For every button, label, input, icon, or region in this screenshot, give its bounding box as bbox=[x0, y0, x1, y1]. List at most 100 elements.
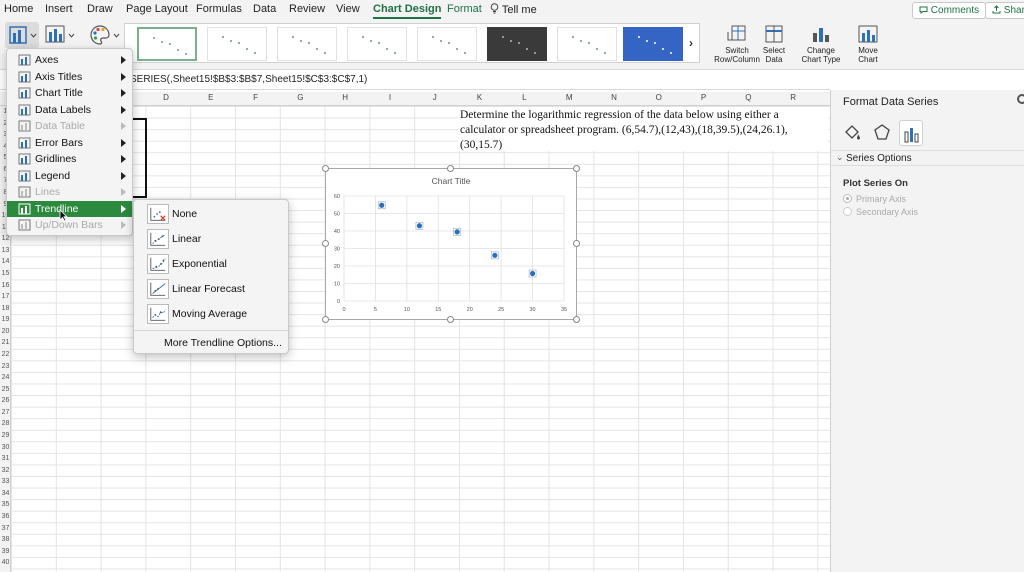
tab-home[interactable]: Home bbox=[4, 3, 33, 15]
effects-tab[interactable] bbox=[871, 122, 893, 144]
row-header[interactable]: 24 bbox=[0, 374, 11, 381]
chart-resize-handle-tl[interactable] bbox=[322, 165, 329, 172]
tab-view[interactable]: View bbox=[336, 3, 360, 15]
add-chart-element-button[interactable] bbox=[5, 22, 39, 48]
series-options-section-header[interactable]: ⌄ Series Options bbox=[831, 150, 1024, 166]
row-header[interactable]: 17 bbox=[0, 293, 11, 300]
column-header[interactable]: G bbox=[280, 93, 320, 102]
row-header[interactable]: 40 bbox=[0, 559, 11, 566]
column-header[interactable]: H bbox=[325, 93, 365, 102]
column-header[interactable]: F bbox=[236, 93, 276, 102]
row-header[interactable]: 31 bbox=[0, 455, 11, 462]
row-header[interactable]: 19 bbox=[0, 316, 11, 323]
chart-style-3[interactable] bbox=[277, 27, 337, 61]
row-header[interactable]: 25 bbox=[0, 386, 11, 393]
tab-formulas[interactable]: Formulas bbox=[196, 3, 242, 15]
row-header[interactable]: 30 bbox=[0, 444, 11, 451]
pane-close-icon[interactable] bbox=[1017, 94, 1024, 104]
row-header[interactable]: 18 bbox=[0, 305, 11, 312]
quick-layout-button[interactable] bbox=[44, 24, 76, 48]
tab-review[interactable]: Review bbox=[289, 3, 325, 15]
tab-data[interactable]: Data bbox=[253, 3, 276, 15]
row-header[interactable]: 22 bbox=[0, 351, 11, 358]
row-header[interactable]: 39 bbox=[0, 548, 11, 555]
row-header[interactable]: 37 bbox=[0, 525, 11, 532]
chart-resize-handle-t[interactable] bbox=[447, 165, 454, 172]
menu-item-error-bars[interactable]: Error Bars bbox=[7, 135, 132, 151]
row-header[interactable]: 36 bbox=[0, 513, 11, 520]
chart-style-6[interactable] bbox=[487, 27, 547, 61]
column-header[interactable]: O bbox=[639, 93, 679, 102]
chart-resize-handle-br[interactable] bbox=[573, 316, 580, 323]
select-data-button[interactable]: Select Data bbox=[760, 24, 788, 64]
row-header[interactable]: 23 bbox=[0, 363, 11, 370]
column-header[interactable]: P bbox=[684, 93, 724, 102]
more-styles-arrow-icon[interactable]: › bbox=[689, 36, 693, 50]
chart-style-5[interactable] bbox=[417, 27, 477, 61]
column-header[interactable]: J bbox=[415, 93, 455, 102]
row-header[interactable]: 35 bbox=[0, 501, 11, 508]
row-header[interactable]: 34 bbox=[0, 490, 11, 497]
column-header[interactable]: Q bbox=[728, 93, 768, 102]
menu-item-axes[interactable]: Axes bbox=[7, 52, 132, 68]
tab-format[interactable]: Format bbox=[447, 3, 482, 15]
fill-line-tab[interactable] bbox=[841, 122, 863, 144]
primary-axis-radio[interactable] bbox=[843, 194, 852, 203]
trendline-linear-item[interactable]: Linear bbox=[134, 227, 288, 251]
row-header[interactable]: 27 bbox=[0, 409, 11, 416]
menu-item-data-labels[interactable]: Data Labels bbox=[7, 102, 132, 118]
chart-resize-handle-bl[interactable] bbox=[322, 316, 329, 323]
chart-resize-handle-l[interactable] bbox=[322, 240, 329, 247]
menu-item-chart-title[interactable]: Chart Title bbox=[7, 85, 132, 101]
trendline-none-item[interactable]: None bbox=[134, 202, 288, 226]
trendline-moving-average-item[interactable]: Moving Average bbox=[134, 302, 288, 326]
column-header[interactable]: L bbox=[504, 93, 544, 102]
chart-style-4[interactable] bbox=[347, 27, 407, 61]
row-header[interactable]: 29 bbox=[0, 432, 11, 439]
menu-item-trendline[interactable]: Trendline bbox=[7, 200, 132, 217]
row-header[interactable]: 26 bbox=[0, 397, 11, 404]
switch-row-column-button[interactable]: Switch Row/Column bbox=[714, 24, 760, 64]
row-header[interactable]: 13 bbox=[0, 247, 11, 254]
row-header[interactable]: 16 bbox=[0, 282, 11, 289]
change-colors-button[interactable] bbox=[88, 24, 122, 48]
menu-item-legend[interactable]: Legend bbox=[7, 168, 132, 184]
series-options-tab[interactable] bbox=[899, 120, 923, 146]
tab-draw[interactable]: Draw bbox=[87, 3, 113, 15]
trendline-exponential-item[interactable]: Exponential bbox=[134, 252, 288, 276]
change-chart-type-button[interactable]: Change Chart Type bbox=[798, 24, 844, 64]
chart-resize-handle-tr[interactable] bbox=[573, 165, 580, 172]
row-header[interactable]: 21 bbox=[0, 339, 11, 346]
column-header[interactable]: I bbox=[370, 93, 410, 102]
column-header[interactable]: E bbox=[191, 93, 231, 102]
row-header[interactable]: 38 bbox=[0, 536, 11, 543]
chart-resize-handle-r[interactable] bbox=[573, 240, 580, 247]
row-header[interactable]: 32 bbox=[0, 467, 11, 474]
column-header[interactable]: M bbox=[549, 93, 589, 102]
row-header[interactable]: 14 bbox=[0, 258, 11, 265]
tab-page-layout[interactable]: Page Layout bbox=[126, 3, 188, 15]
trendline-linear-forecast-item[interactable]: Linear Forecast bbox=[134, 277, 288, 301]
tab-insert[interactable]: Insert bbox=[45, 3, 73, 15]
scatter-chart[interactable]: Chart Title 0 10 20 30 40 50 60 0 5 10 15 20 25 30 35 bbox=[325, 168, 577, 320]
menu-item-axis-titles[interactable]: Axis Titles bbox=[7, 69, 132, 85]
row-header[interactable]: 12 bbox=[0, 235, 11, 242]
row-header[interactable]: 28 bbox=[0, 420, 11, 427]
row-header[interactable]: 33 bbox=[0, 478, 11, 485]
row-header[interactable]: 15 bbox=[0, 270, 11, 277]
chart-style-8[interactable] bbox=[623, 27, 683, 61]
menu-item-gridlines[interactable]: Gridlines bbox=[7, 151, 132, 167]
column-header[interactable]: N bbox=[594, 93, 634, 102]
chart-style-7[interactable] bbox=[557, 27, 617, 61]
chart-style-2[interactable] bbox=[207, 27, 267, 61]
chart-resize-handle-b[interactable] bbox=[447, 316, 454, 323]
row-header[interactable]: 20 bbox=[0, 328, 11, 335]
chart-style-1[interactable] bbox=[137, 27, 197, 61]
secondary-axis-radio[interactable] bbox=[843, 207, 852, 216]
more-trendline-options-item[interactable]: More Trendline Options... bbox=[164, 337, 282, 349]
move-chart-button[interactable]: Move Chart bbox=[854, 24, 882, 64]
tab-chart-design[interactable]: Chart Design bbox=[373, 3, 442, 19]
tell-me[interactable]: Tell me bbox=[490, 3, 537, 16]
column-header[interactable]: R bbox=[773, 93, 813, 102]
column-header[interactable]: D bbox=[146, 93, 186, 102]
